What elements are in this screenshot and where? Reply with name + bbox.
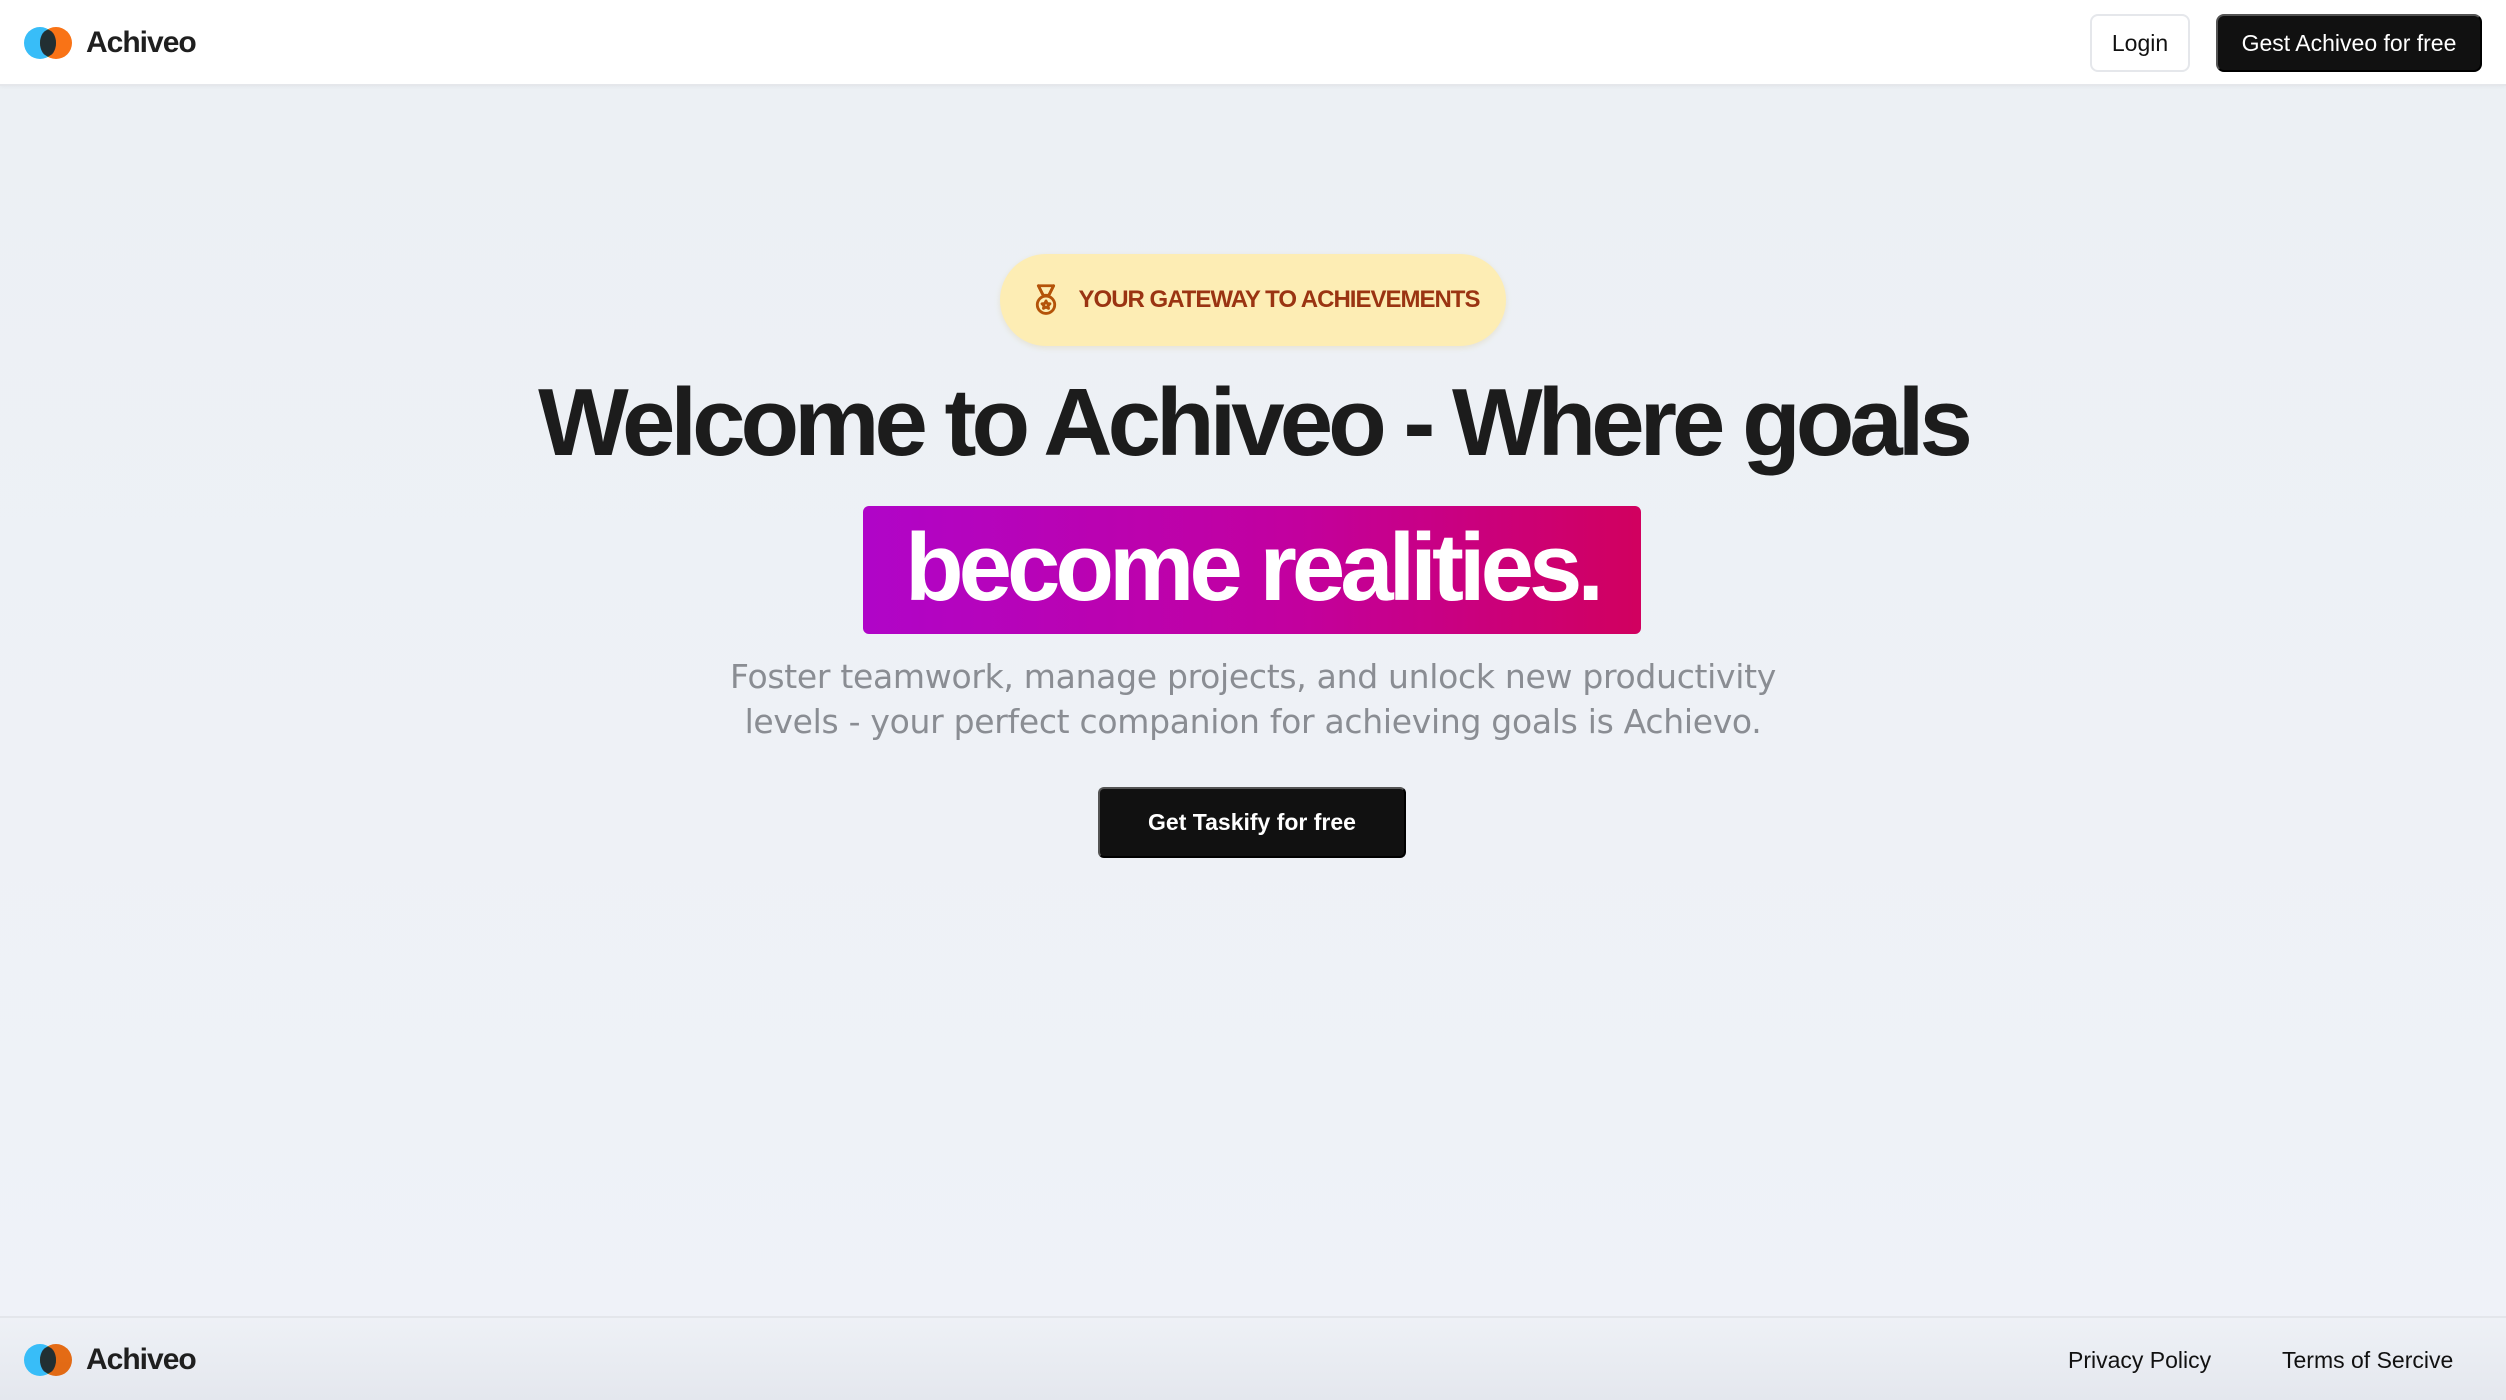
get-taskify-button[interactable]: Get Taskify for free xyxy=(1098,787,1406,858)
medal-icon xyxy=(1035,284,1056,315)
logo-icon xyxy=(24,27,72,59)
landing-page: Achiveo Login Gest Achiveo for free YOUR… xyxy=(0,0,2506,1400)
top-navbar: Achiveo Login Gest Achiveo for free xyxy=(0,0,2506,86)
hero-badge: YOUR GATEWAY TO ACHIEVEMENTS xyxy=(1000,254,1506,346)
footer-brand-name: Achiveo xyxy=(86,1343,197,1376)
login-button[interactable]: Login xyxy=(2090,14,2190,72)
brand-name: Achiveo xyxy=(86,26,197,59)
subtitle-line-2: levels - your perfect companion for achi… xyxy=(744,702,1762,741)
footer: Achiveo Privacy Policy Terms of Sercive xyxy=(0,1316,2506,1400)
header-brand[interactable]: Achiveo xyxy=(24,0,197,86)
hero-highlight: become realities. xyxy=(863,506,1641,634)
subtitle-line-1: Foster teamwork, manage projects, and un… xyxy=(729,657,1777,696)
badge-text: YOUR GATEWAY TO ACHIEVEMENTS xyxy=(1078,286,1481,313)
terms-of-service-link[interactable]: Terms of Sercive xyxy=(2282,1318,2453,1400)
privacy-policy-link[interactable]: Privacy Policy xyxy=(2068,1318,2211,1400)
footer-brand[interactable]: Achiveo xyxy=(24,1318,197,1400)
logo-icon xyxy=(24,1344,72,1376)
hero-subtitle: Foster teamwork, manage projects, and un… xyxy=(703,654,1803,744)
hero-headline: Welcome to Achiveo - Where goals xyxy=(538,369,1973,476)
get-achiveo-button[interactable]: Gest Achiveo for free xyxy=(2216,14,2482,72)
